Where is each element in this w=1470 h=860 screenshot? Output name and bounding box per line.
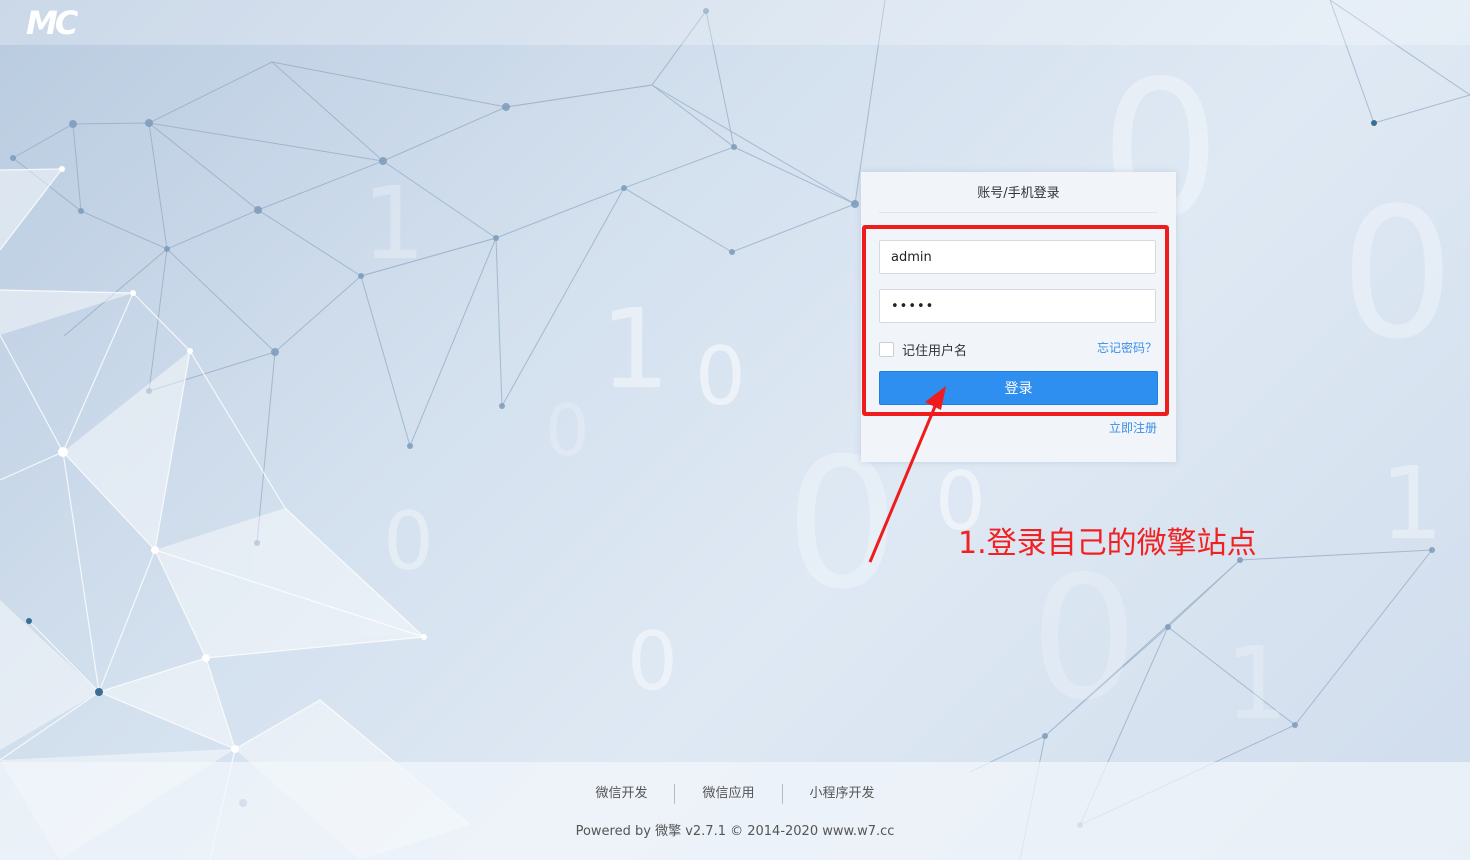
footer-links: 微信开发 微信应用 小程序开发	[0, 784, 1470, 804]
annotation-arrow	[868, 386, 946, 563]
footer: 微信开发 微信应用 小程序开发 Powered by 微擎 v2.7.1 © 2…	[0, 762, 1470, 860]
footer-link-wechat-apps[interactable]: 微信应用	[674, 784, 781, 804]
copyright-text: Powered by 微擎 v2.7.1 © 2014-2020 www.w7.…	[575, 824, 895, 839]
footer-link-wechat-dev[interactable]: 微信开发	[568, 784, 674, 804]
annotation-text: 1.登录自己的微擎站点	[958, 526, 1257, 561]
footer-link-miniprogram-dev[interactable]: 小程序开发	[781, 784, 902, 804]
